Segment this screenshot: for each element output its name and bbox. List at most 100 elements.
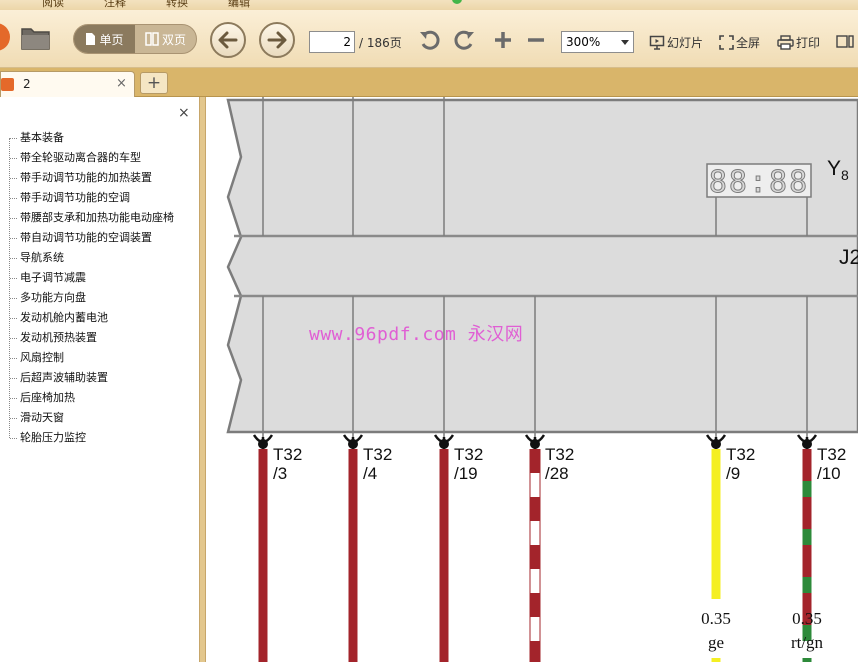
slideshow-icon [649, 35, 665, 50]
page-number-input[interactable] [309, 31, 355, 53]
sidebar-splitter[interactable] [199, 97, 206, 662]
connector-pin-label: T32/4 [363, 445, 393, 483]
wiring-diagram: 88:88 [226, 97, 858, 662]
pdf-file-icon [1, 78, 14, 91]
more-tools-icon [836, 35, 854, 48]
connector-pin-label: T32/19 [454, 445, 484, 483]
wire-red-green-segment [802, 577, 812, 593]
zoom-select[interactable]: 300% [561, 31, 634, 53]
outline-item[interactable]: 多功能方向盘 [0, 288, 199, 308]
outline-item[interactable]: 带手动调节功能的加热装置 [0, 168, 199, 188]
new-tab-button[interactable]: + [140, 72, 168, 94]
component-label-j2: J2 [839, 246, 858, 269]
outline-sidebar: × 基本装备 带全轮驱动离合器的车型 带手动调节功能的加热装置 带手动调节功能的空调带… [0, 97, 199, 662]
double-page-icon [145, 32, 159, 46]
zoom-value: 300% [566, 35, 601, 49]
outline-item[interactable]: 滑动天窗 [0, 408, 199, 428]
double-page-label: 双页 [161, 32, 186, 47]
fullscreen-label: 全屏 [736, 36, 761, 50]
chevron-down-icon [621, 40, 629, 45]
outline-item[interactable]: 轮胎压力监控 [0, 428, 199, 448]
document-tab-bar: 2 × + [0, 68, 858, 97]
wire-red-green-segment [802, 529, 812, 545]
menu-tab-strip: 阅读 注释 转换 编辑 [0, 0, 858, 10]
toolbar: 单页 双页 / 186页 [0, 10, 858, 68]
outline-item[interactable]: 带自动调节功能的空调装置 [0, 228, 199, 248]
outline-item[interactable]: 发动机舱内蓄电池 [0, 308, 199, 328]
fullscreen-button[interactable]: 全屏 [719, 34, 760, 51]
close-sidebar-button[interactable]: × [178, 105, 190, 121]
connector-pin-label: T32/9 [726, 445, 756, 483]
outline-tree: 基本装备 带全轮驱动离合器的车型 带手动调节功能的加热装置 带手动调节功能的空调 带腰部… [0, 128, 199, 448]
wire-red-white-segment [530, 617, 540, 641]
double-page-button[interactable]: 双页 [135, 25, 196, 53]
outline-item[interactable]: 带手动调节功能的空调 [0, 188, 199, 208]
open-file-button[interactable] [20, 25, 52, 51]
outline-item[interactable]: 风扇控制 [0, 348, 199, 368]
page-total-label: / 186页 [359, 36, 402, 50]
status-indicator-icon [452, 0, 462, 4]
connector-pin-label: T32/10 [817, 445, 847, 483]
outline-item[interactable]: 后超声波辅助装置 [0, 368, 199, 388]
wire-red [348, 449, 358, 662]
plus-icon [495, 32, 511, 48]
menu-tab-convert[interactable]: 转换 [166, 0, 188, 10]
wire-red-white-segment [530, 569, 540, 593]
connector-pin-dot [258, 439, 268, 449]
wire-red-green-segment [802, 658, 812, 662]
arrow-right-icon [267, 31, 287, 49]
component-label-y8: Y8 [827, 157, 849, 184]
wire-red-green-segment [802, 545, 812, 577]
menu-tab-read[interactable]: 阅读 [42, 0, 64, 10]
wire-red-white-segment [530, 473, 540, 497]
menu-tab-edit[interactable]: 编辑 [228, 0, 250, 10]
print-label: 打印 [796, 36, 821, 50]
wire-red [258, 449, 268, 662]
minus-icon [528, 38, 544, 42]
wire-outline [529, 449, 531, 662]
rotate-left-icon [420, 30, 440, 50]
slideshow-button[interactable]: 幻灯片 [649, 34, 703, 51]
wire-red-white-segment [530, 593, 540, 617]
next-page-button[interactable] [259, 22, 295, 58]
zoom-in-button[interactable] [490, 27, 516, 53]
connector-pin-label: T32/3 [273, 445, 303, 483]
wire-red-green-segment [802, 449, 812, 481]
fullscreen-icon [719, 35, 734, 50]
wire-red-white-segment [530, 449, 540, 473]
connector-pin-dot [711, 439, 721, 449]
previous-page-button[interactable] [210, 22, 246, 58]
outline-item[interactable]: 导航系统 [0, 248, 199, 268]
outline-item[interactable]: 发动机预热装置 [0, 328, 199, 348]
document-tab[interactable]: 2 × [0, 71, 135, 97]
single-page-button[interactable]: 单页 [74, 25, 135, 53]
rotate-left-button[interactable] [417, 27, 443, 53]
view-mode-toggle: 单页 双页 [73, 24, 197, 54]
outline-item[interactable]: 带腰部支承和加热功能电动座椅 [0, 208, 199, 228]
outline-item[interactable]: 带全轮驱动离合器的车型 [0, 148, 199, 168]
rotate-right-button[interactable] [451, 27, 477, 53]
print-button[interactable]: 打印 [777, 34, 820, 51]
wire-red-white-segment [530, 497, 540, 521]
app-menu-button[interactable] [0, 23, 10, 51]
zoom-out-button[interactable] [523, 27, 549, 53]
close-tab-button[interactable]: × [116, 76, 127, 91]
outline-item[interactable]: 电子调节减震 [0, 268, 199, 288]
rotate-right-icon [454, 30, 474, 50]
single-page-label: 单页 [99, 32, 124, 47]
printer-icon [777, 35, 794, 50]
outline-item[interactable]: 后座椅加热 [0, 388, 199, 408]
connector-pin-dot [348, 439, 358, 449]
wire-red-white-segment [530, 521, 540, 545]
wire-outline [539, 449, 541, 662]
document-view[interactable]: 88:88 Y8 J2 T32/3 T32/4 T32/19 T32/28 T32/9 T… [206, 97, 858, 662]
more-tools-button[interactable] [836, 34, 854, 49]
connector-pin-dot [802, 439, 812, 449]
wire-red-green-segment [802, 481, 812, 497]
menu-tab-annotate[interactable]: 注释 [104, 0, 126, 10]
wire-red [439, 449, 449, 662]
wire-red-white-segment [530, 641, 540, 662]
connector-pin-dot [530, 439, 540, 449]
outline-item[interactable]: 基本装备 [0, 128, 199, 148]
connector-pin-dot [439, 439, 449, 449]
